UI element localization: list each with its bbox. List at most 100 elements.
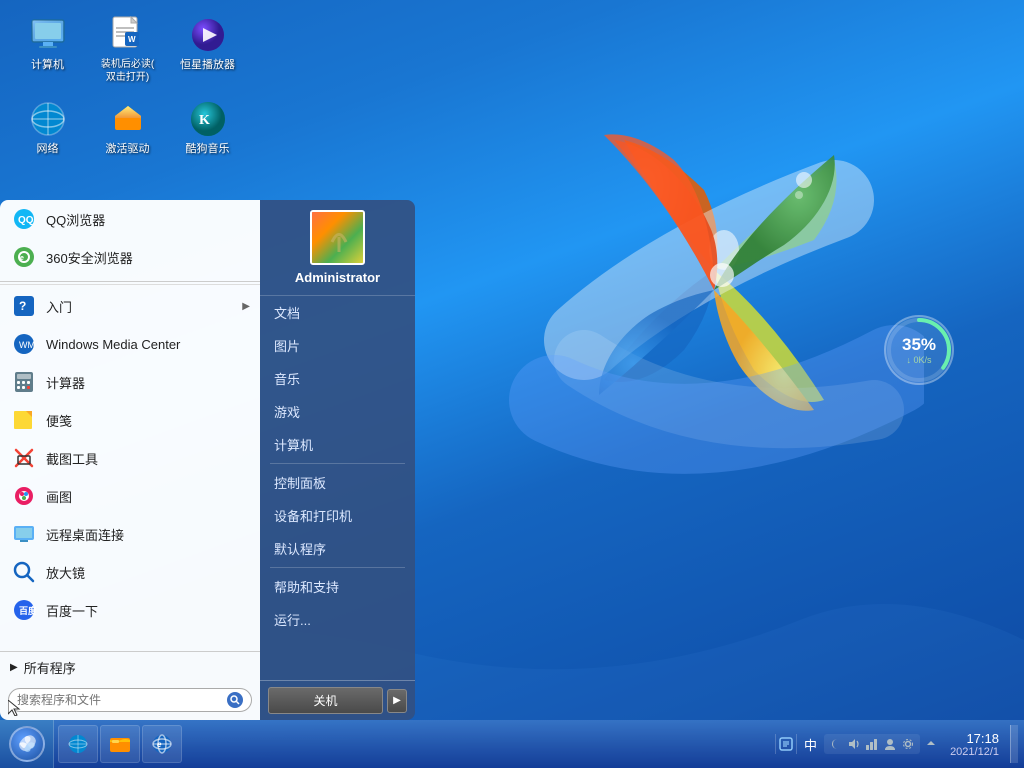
- notification-area: [775, 734, 797, 754]
- windows-orb: [9, 726, 45, 762]
- start-menu-left-panel: QQ QQ浏览器 e 360安全浏览器: [0, 200, 260, 720]
- paint-icon: [10, 482, 38, 510]
- network-tray-icon[interactable]: [864, 736, 880, 752]
- intro-icon: ?: [10, 292, 38, 320]
- start-menu: QQ QQ浏览器 e 360安全浏览器: [0, 200, 415, 720]
- 360-browser-icon: e: [10, 243, 38, 271]
- svg-text:K: K: [199, 113, 210, 128]
- speaker-icon[interactable]: [846, 736, 862, 752]
- intro-arrow: ▶: [242, 301, 250, 312]
- menu-item-qq-browser[interactable]: QQ QQ浏览器: [0, 200, 260, 238]
- search-input[interactable]: [17, 693, 227, 707]
- right-menu-default-programs[interactable]: 默认程序: [260, 532, 415, 565]
- clock-date: 2021/12/1: [950, 746, 999, 758]
- right-menu-docs[interactable]: 文档: [260, 296, 415, 329]
- ime-area[interactable]: 中: [800, 733, 821, 756]
- right-menu-music[interactable]: 音乐: [260, 362, 415, 395]
- right-menu-pictures[interactable]: 图片: [260, 329, 415, 362]
- right-menu-games[interactable]: 游戏: [260, 395, 415, 428]
- systray-icons: [824, 734, 920, 754]
- 360-browser-label: 360安全浏览器: [46, 248, 133, 267]
- show-desktop-button[interactable]: [1010, 725, 1018, 763]
- svg-text:W: W: [128, 35, 136, 44]
- calculator-label: 计算器: [46, 373, 85, 392]
- kugou-label: 酷狗音乐: [186, 142, 230, 156]
- menu-item-sticky[interactable]: 便笺: [0, 401, 260, 439]
- right-menu-run[interactable]: 运行...: [260, 603, 415, 636]
- shutdown-button[interactable]: 关机: [268, 687, 383, 714]
- user-profile-header: Administrator: [260, 200, 415, 296]
- computer-icon-label: 计算机: [31, 58, 64, 72]
- user-tray-icon[interactable]: [882, 736, 898, 752]
- remote-label: 远程桌面连接: [46, 525, 124, 544]
- menu-item-intro[interactable]: ? 入门 ▶: [0, 287, 260, 325]
- taskbar-app-explorer[interactable]: [100, 725, 140, 763]
- menu-item-baidu[interactable]: 百度 百度一下: [0, 591, 260, 629]
- shutdown-arrow-button[interactable]: ▶: [387, 689, 407, 713]
- start-menu-right-panel: Administrator 文档 图片 音乐 游戏 计算机 控制面板 设备和: [260, 200, 415, 720]
- desktop-icon-computer[interactable]: 计算机: [10, 10, 85, 89]
- all-programs-arrow: ▶: [10, 662, 18, 673]
- user-avatar[interactable]: [310, 210, 365, 265]
- right-menu-help[interactable]: 帮助和支持: [260, 570, 415, 603]
- magnifier-icon: [10, 558, 38, 586]
- svg-text:QQ: QQ: [18, 215, 34, 226]
- network-speed: ↓ 0K/s: [906, 355, 931, 365]
- desktop-icon-network[interactable]: 网络: [10, 94, 85, 161]
- right-separator-2: [270, 567, 405, 568]
- settings-tray-icon[interactable]: [900, 736, 916, 752]
- all-programs-item[interactable]: ▶ 所有程序: [0, 652, 260, 683]
- desktop-icon-install-doc[interactable]: W 装机后必读(双击打开): [90, 10, 165, 89]
- right-menu-control-panel[interactable]: 控制面板: [260, 466, 415, 499]
- menu-item-360-browser[interactable]: e 360安全浏览器: [0, 238, 260, 276]
- network-percent: 35%: [902, 335, 936, 355]
- search-icon[interactable]: [227, 692, 243, 708]
- moon-icon[interactable]: [828, 736, 844, 752]
- all-programs-label: 所有程序: [24, 658, 76, 677]
- right-menu-devices[interactable]: 设备和打印机: [260, 499, 415, 532]
- right-separator: [270, 463, 405, 464]
- menu-item-paint[interactable]: 画图: [0, 477, 260, 515]
- explorer-taskbar-icon: [109, 733, 131, 755]
- menu-item-snipping[interactable]: 截图工具: [0, 439, 260, 477]
- magnifier-label: 放大镜: [46, 563, 85, 582]
- desktop-icon-media-player[interactable]: 恒星播放器: [170, 10, 245, 89]
- desktop-icon-kugou[interactable]: K 酷狗音乐: [170, 94, 245, 161]
- taskbar: e 中: [0, 720, 1024, 768]
- separator-1: [0, 284, 260, 285]
- taskbar-right-area: 中: [769, 725, 1024, 763]
- left-bottom-area: ▶ 所有程序: [0, 651, 260, 720]
- desktop-icon-driver[interactable]: 激活驱动: [90, 94, 165, 161]
- search-box[interactable]: [8, 688, 252, 712]
- menu-item-calculator[interactable]: 计算器: [0, 363, 260, 401]
- right-menu-computer[interactable]: 计算机: [260, 428, 415, 461]
- taskbar-app-network[interactable]: [58, 725, 98, 763]
- menu-item-magnifier[interactable]: 放大镜: [0, 553, 260, 591]
- taskbar-app-ie[interactable]: e: [142, 725, 182, 763]
- intro-label: 入门: [46, 297, 72, 316]
- remote-icon: [10, 520, 38, 548]
- ie-taskbar-icon: e: [151, 733, 173, 755]
- network-taskbar-icon: [67, 733, 89, 755]
- start-button[interactable]: [0, 720, 54, 768]
- calculator-icon: [10, 368, 38, 396]
- menu-item-remote[interactable]: 远程桌面连接: [0, 515, 260, 553]
- snipping-label: 截图工具: [46, 449, 98, 468]
- username-label: Administrator: [295, 270, 380, 285]
- svg-text:百度: 百度: [19, 605, 36, 616]
- paint-label: 画图: [46, 487, 72, 506]
- sticky-label: 便笺: [46, 411, 72, 430]
- menu-item-wmc[interactable]: WMC Windows Media Center: [0, 325, 260, 363]
- win7-logo: [504, 50, 924, 520]
- snipping-icon: [10, 444, 38, 472]
- system-clock[interactable]: 17:18 2021/12/1: [942, 729, 1007, 760]
- sticky-icon: [10, 406, 38, 434]
- taskbar-apps-area: e: [54, 721, 769, 767]
- shutdown-area: 关机 ▶: [260, 680, 415, 720]
- baidu-label: 百度一下: [46, 601, 98, 620]
- desktop: 35% ↓ 0K/s: [0, 0, 1024, 768]
- ime-label: 中: [804, 735, 817, 754]
- systray-expand-icon[interactable]: [923, 736, 939, 752]
- action-center-icon[interactable]: [778, 736, 794, 752]
- network-speed-widget: 35% ↓ 0K/s: [884, 315, 954, 385]
